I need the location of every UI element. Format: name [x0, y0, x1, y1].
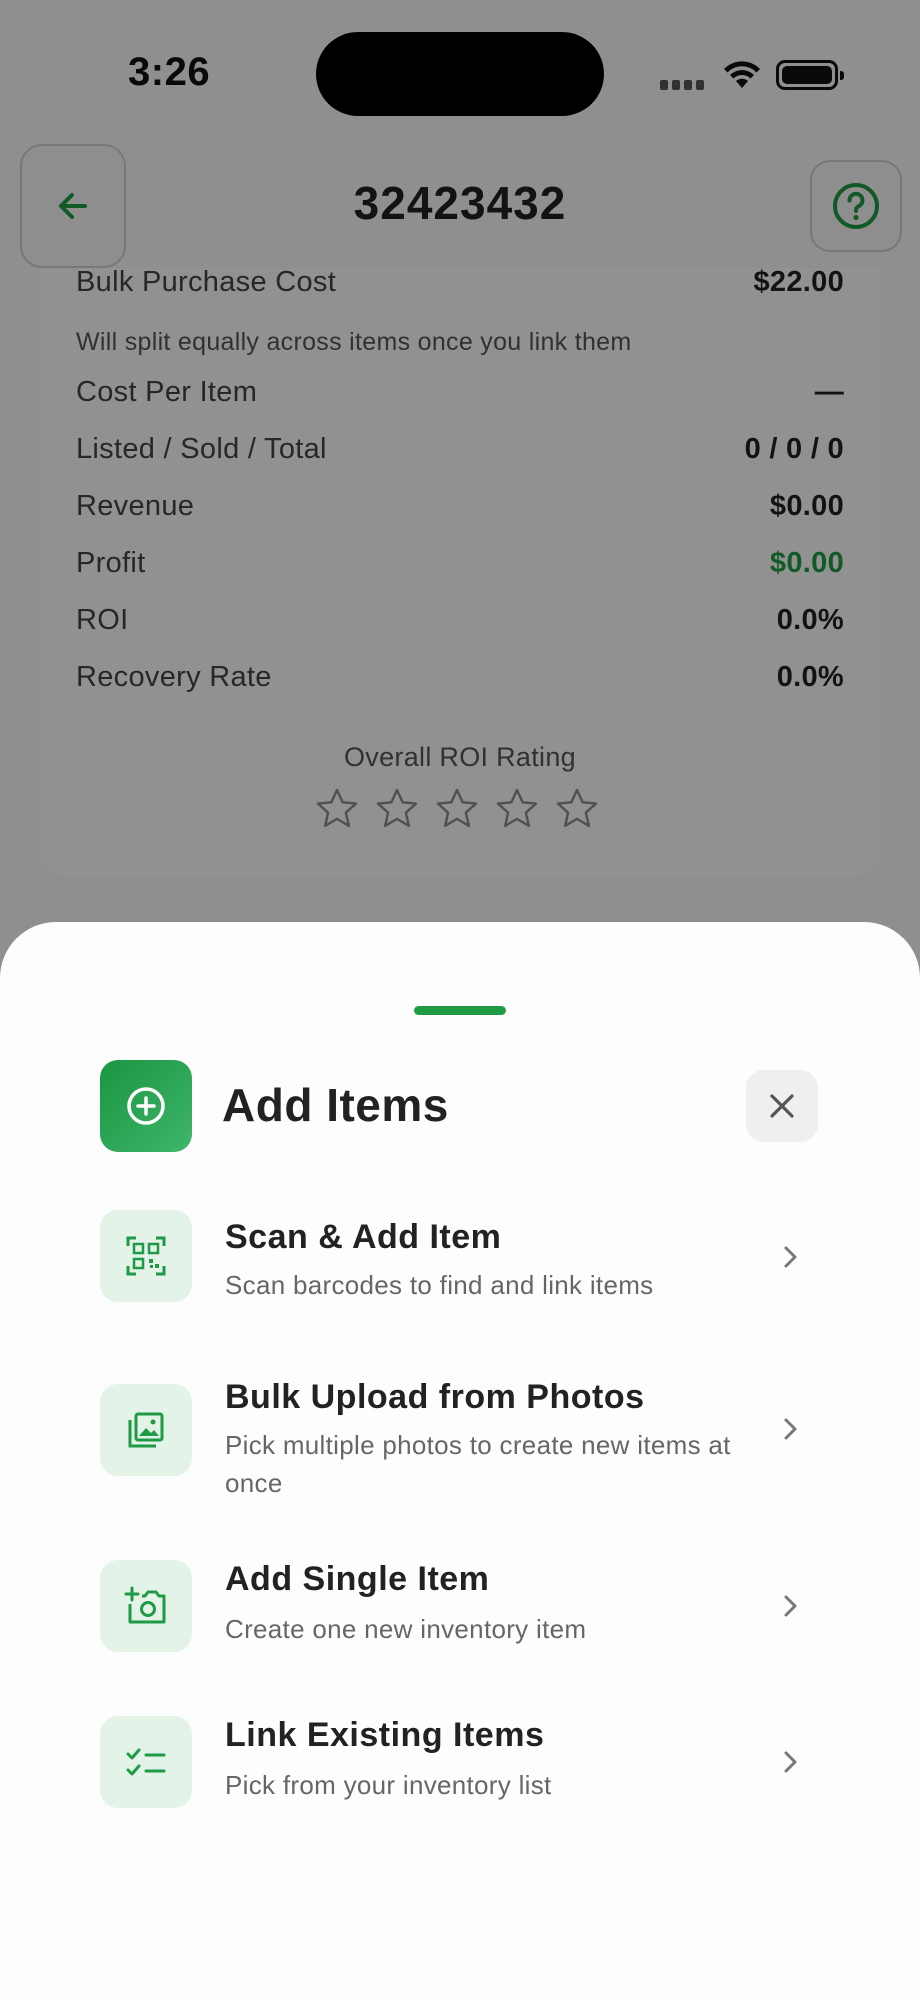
option-title: Link Existing Items: [225, 1716, 545, 1754]
option-icon-tile: [100, 1716, 192, 1808]
option-title: Bulk Upload from Photos: [225, 1378, 645, 1416]
add-items-sheet: Add Items Scan & Add Item Scan barcodes …: [0, 922, 920, 2000]
close-icon: [770, 1094, 794, 1118]
plus-circle-icon: [127, 1087, 165, 1125]
close-button[interactable]: [746, 1070, 818, 1142]
option-subtitle: Scan barcodes to find and link items: [225, 1270, 654, 1300]
option-add-single-item[interactable]: Add Single Item Create one new inventory…: [100, 1560, 820, 1670]
option-icon-tile: [100, 1210, 192, 1302]
option-subtitle: Pick multiple photos to create new items…: [225, 1430, 731, 1498]
sheet-title: Add Items: [222, 1079, 449, 1131]
chevron-right-icon: [784, 1418, 797, 1440]
option-subtitle: Create one new inventory item: [225, 1614, 587, 1644]
sheet-grabber[interactable]: [414, 1006, 506, 1015]
option-bulk-upload-photos[interactable]: Bulk Upload from Photos Pick multiple ph…: [100, 1378, 820, 1514]
checklist-icon: [126, 1748, 166, 1776]
option-link-existing-items[interactable]: Link Existing Items Pick from your inven…: [100, 1716, 820, 1826]
photo-library-icon: [128, 1412, 164, 1448]
add-camera-icon: [124, 1586, 166, 1624]
option-title: Scan & Add Item: [225, 1218, 502, 1256]
option-scan-add-item[interactable]: Scan & Add Item Scan barcodes to find an…: [100, 1210, 820, 1320]
qr-scan-icon: [126, 1236, 166, 1276]
chevron-right-icon: [784, 1246, 797, 1268]
option-icon-tile: [100, 1384, 192, 1476]
chevron-right-icon: [784, 1751, 797, 1773]
option-icon-tile: [100, 1560, 192, 1652]
option-title: Add Single Item: [225, 1560, 490, 1598]
chevron-right-icon: [784, 1595, 797, 1617]
option-subtitle: Pick from your inventory list: [225, 1770, 552, 1800]
sheet-title-icon-tile: [100, 1060, 192, 1152]
